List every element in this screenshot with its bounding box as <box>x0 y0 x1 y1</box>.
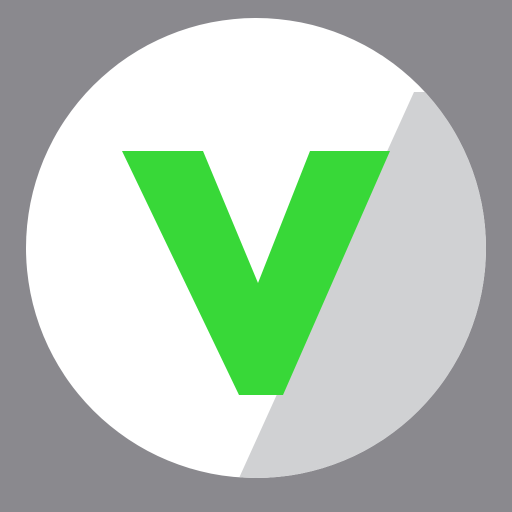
app-icon <box>0 0 512 512</box>
v-logo-icon <box>0 0 512 512</box>
